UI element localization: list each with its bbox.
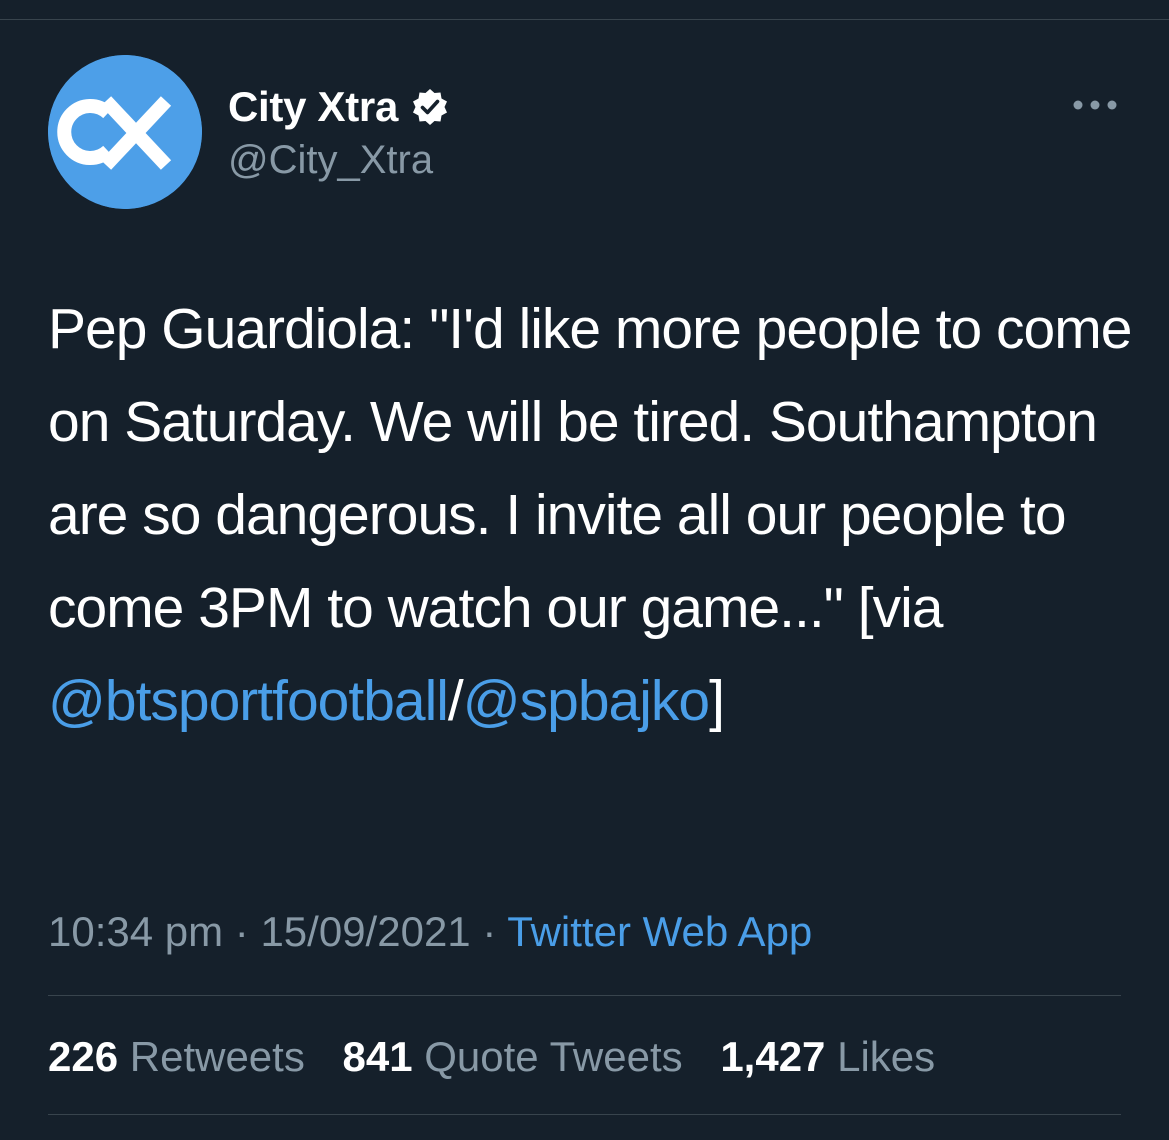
mention-spbajko[interactable]: @spbajko — [463, 669, 710, 733]
quote-tweets-label: Quote Tweets — [424, 1033, 683, 1080]
tweet-meta: 10:34 pm · 15/09/2021 · Twitter Web App — [48, 904, 812, 960]
retweets-count: 226 — [48, 1033, 119, 1080]
likes-count: 1,427 — [720, 1033, 826, 1080]
stats-bottom-divider — [48, 1114, 1121, 1115]
top-divider — [0, 19, 1169, 20]
stats-top-divider — [48, 995, 1121, 996]
retweets-stat[interactable]: 226 Retweets — [48, 1033, 305, 1080]
mention-btsportfootball[interactable]: @btsportfootball — [48, 669, 449, 733]
likes-stat[interactable]: 1,427 Likes — [720, 1033, 935, 1080]
meta-dot: · — [470, 908, 508, 955]
engagement-stats: 226 Retweets 841 Quote Tweets 1,427 Like… — [48, 1030, 961, 1084]
retweets-label: Retweets — [129, 1033, 305, 1080]
tweet-body-text: Pep Guardiola: "I'd like more people to … — [48, 297, 1132, 640]
display-name[interactable]: City Xtra — [228, 82, 398, 132]
author-name-row[interactable]: City Xtra — [228, 82, 450, 132]
tweet-time[interactable]: 10:34 pm — [48, 908, 223, 955]
meta-dot: · — [223, 908, 261, 955]
quote-tweets-count: 841 — [342, 1033, 413, 1080]
likes-label: Likes — [837, 1033, 936, 1080]
mention-separator: / — [447, 669, 464, 733]
verified-badge-icon — [413, 89, 448, 125]
tweet-text-end: ] — [709, 669, 725, 733]
tweet-text: Pep Guardiola: "I'd like more people to … — [48, 283, 1138, 748]
tweet-source-link[interactable]: Twitter Web App — [507, 908, 812, 955]
avatar[interactable] — [48, 55, 202, 209]
author-handle[interactable]: @City_Xtra — [228, 136, 433, 184]
quote-tweets-stat[interactable]: 841 Quote Tweets — [343, 1033, 683, 1080]
tweet-date[interactable]: 15/09/2021 — [260, 908, 470, 955]
city-xtra-logo-icon — [48, 55, 202, 209]
more-options-ellipsis-icon[interactable] — [1070, 92, 1120, 118]
